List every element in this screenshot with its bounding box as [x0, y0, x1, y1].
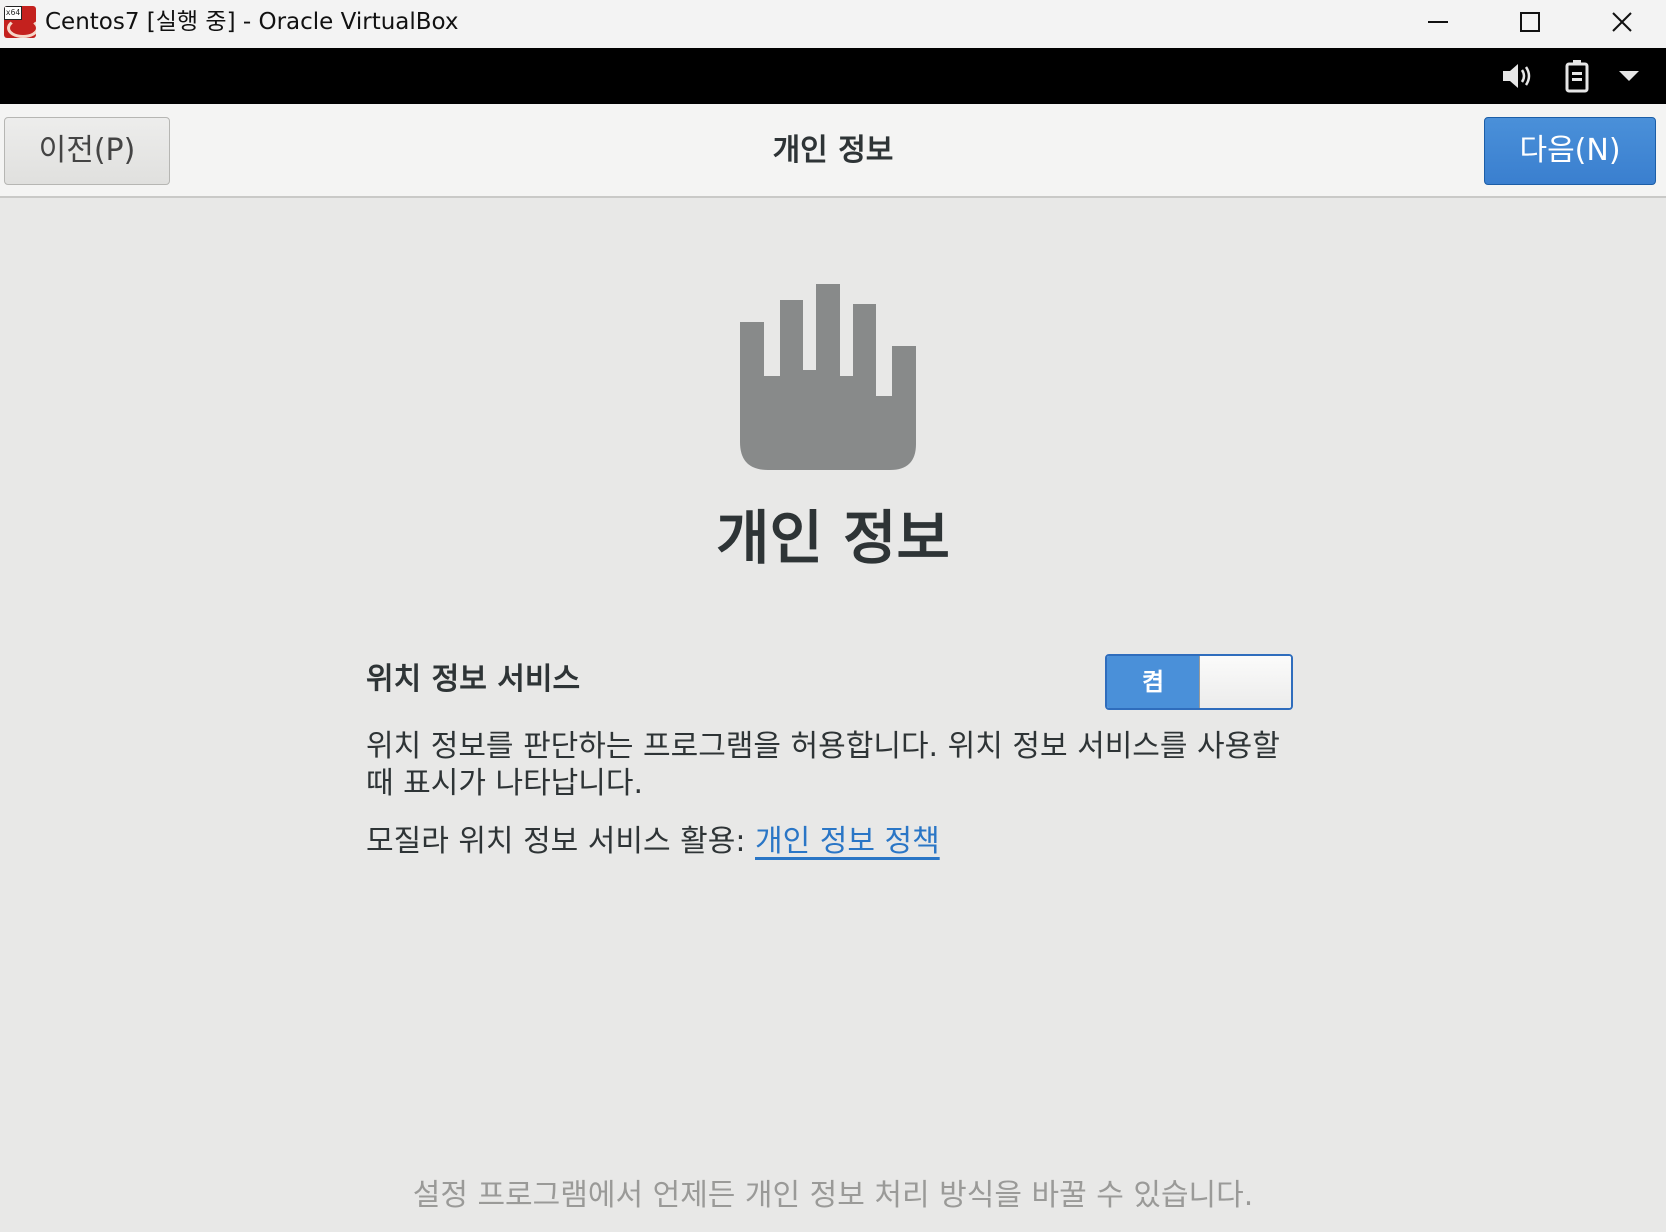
- close-button[interactable]: [1576, 0, 1666, 44]
- back-button[interactable]: 이전(P): [4, 117, 170, 185]
- app-icon-swirl: [7, 18, 36, 38]
- close-icon: [1612, 12, 1632, 32]
- location-services-description: 위치 정보를 판단하는 프로그램을 허용합니다. 위치 정보 서비스를 사용할 …: [366, 729, 1280, 801]
- privacy-page: 개인 정보 위치 정보 서비스 켬 위치 정보를 판단하는 프로그램을 허용합니…: [0, 198, 1666, 1232]
- location-services-label: 위치 정보 서비스: [366, 662, 581, 697]
- virtualbox-app-icon: x64: [4, 6, 36, 38]
- footer-note: 설정 프로그램에서 언제든 개인 정보 처리 방식을 바꿀 수 있습니다.: [412, 1178, 1254, 1213]
- speaker-button[interactable]: [1498, 56, 1538, 96]
- mozilla-privacy-line: 모질라 위치 정보 서비스 활용: 개인 정보 정책: [366, 822, 940, 862]
- installer-header: 개인 정보 이전(P) 다음(N): [0, 104, 1666, 198]
- minimize-icon: [1428, 21, 1448, 23]
- mozilla-prefix: 모질라 위치 정보 서비스 활용:: [366, 824, 746, 859]
- system-menu-button[interactable]: [1612, 56, 1646, 96]
- header-title: 개인 정보: [772, 133, 894, 168]
- privacy-policy-link[interactable]: 개인 정보 정책: [755, 824, 940, 859]
- toggle-knob[interactable]: [1199, 656, 1291, 708]
- battery-button[interactable]: [1560, 56, 1594, 96]
- privacy-hand-icon: [740, 284, 916, 470]
- battery-icon: [1565, 60, 1589, 93]
- window-title: Centos7 [실행 중] - Oracle VirtualBox: [45, 9, 459, 35]
- vm-top-bar: [0, 48, 1666, 104]
- maximize-button[interactable]: [1484, 0, 1576, 44]
- page-title: 개인 정보: [716, 504, 950, 572]
- minimize-button[interactable]: [1392, 0, 1484, 44]
- window-titlebar: x64 Centos7 [실행 중] - Oracle VirtualBox: [0, 0, 1666, 48]
- maximize-icon: [1520, 12, 1540, 32]
- next-button[interactable]: 다음(N): [1484, 117, 1656, 185]
- toggle-on-label: 켬: [1107, 656, 1199, 708]
- location-services-toggle[interactable]: 켬: [1105, 654, 1293, 710]
- dropdown-arrow-icon: [1619, 71, 1639, 81]
- speaker-icon: [1503, 64, 1531, 88]
